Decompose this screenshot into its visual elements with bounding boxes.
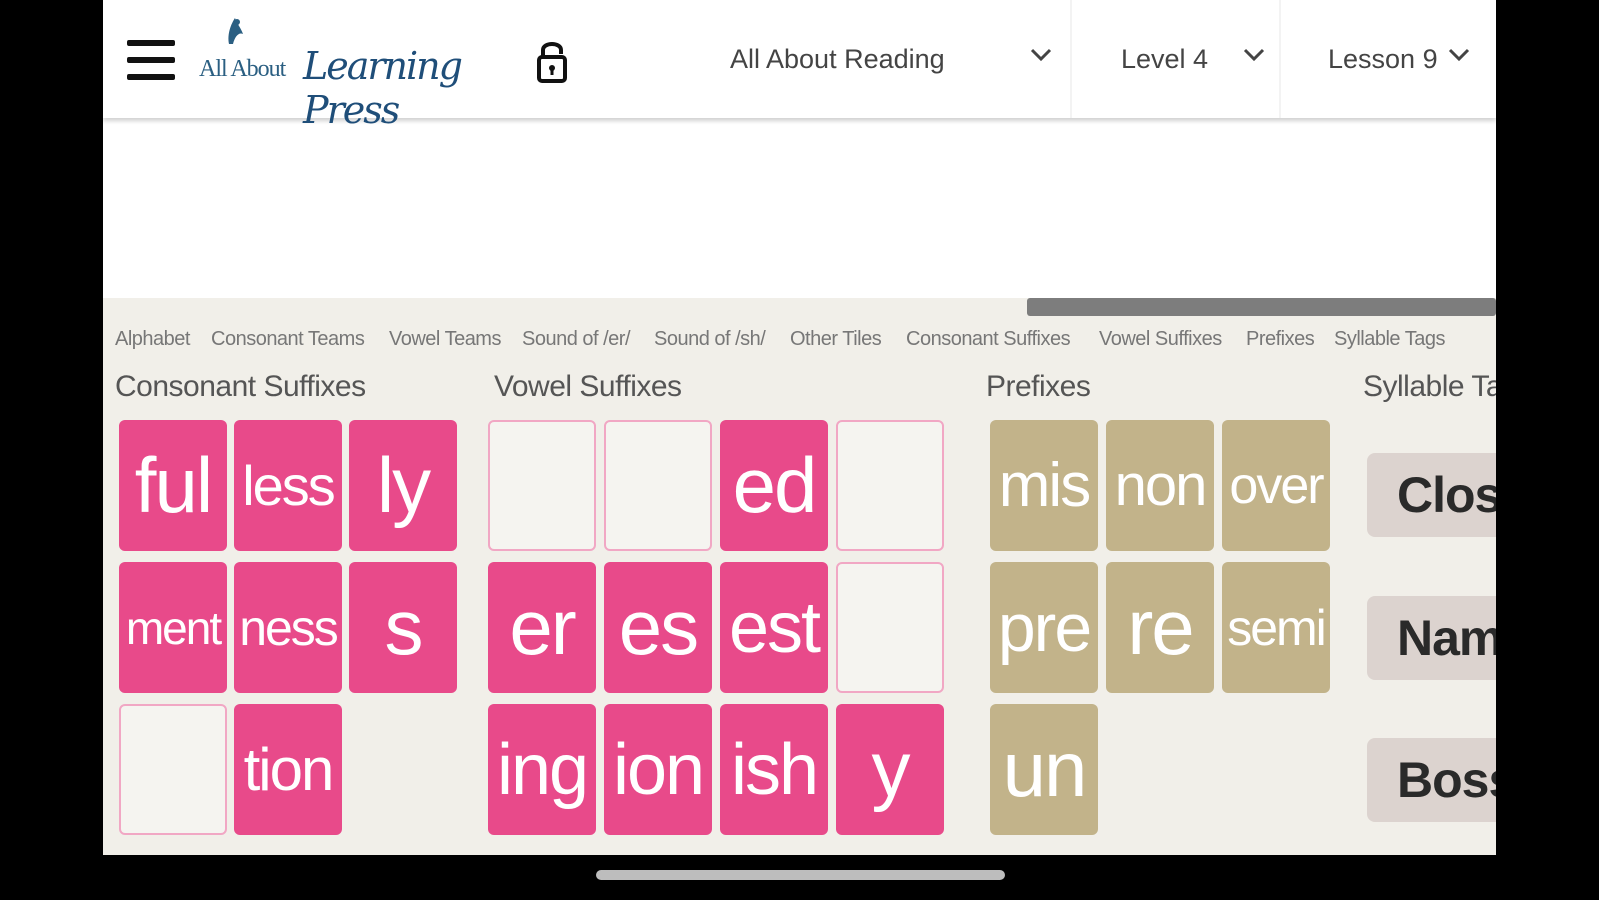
tile[interactable]: er — [488, 562, 596, 693]
tile[interactable]: ing — [488, 704, 596, 835]
tile[interactable]: semi — [1222, 562, 1330, 693]
tab-vowel-suffixes[interactable]: Vowel Suffixes — [1099, 328, 1222, 351]
section-title-prefixes: Prefixes — [986, 370, 1091, 403]
tab-alphabet[interactable]: Alphabet — [115, 328, 190, 351]
empty-tile-slot[interactable] — [604, 420, 712, 551]
tab-prefixes[interactable]: Prefixes — [1246, 328, 1315, 351]
syllable-tag[interactable]: Name — [1367, 596, 1496, 680]
tab-sound-of-sh[interactable]: Sound of /sh/ — [654, 328, 766, 351]
tile[interactable]: ion — [604, 704, 712, 835]
tile[interactable]: ment — [119, 562, 227, 693]
level-dropdown[interactable]: Level 4 — [1121, 34, 1265, 84]
empty-tile-slot[interactable] — [488, 420, 596, 551]
tile[interactable]: y — [836, 704, 944, 835]
tab-sound-of-er[interactable]: Sound of /er/ — [522, 328, 631, 351]
tile[interactable]: less — [234, 420, 342, 551]
level-dropdown-label: Level 4 — [1121, 43, 1209, 74]
lesson-dropdown[interactable]: Lesson 9 — [1328, 34, 1470, 84]
tab-other-tiles[interactable]: Other Tiles — [790, 328, 882, 351]
tile[interactable]: ful — [119, 420, 227, 551]
app-screen: All About Learning Press All About Readi… — [103, 0, 1496, 855]
tile[interactable]: re — [1106, 562, 1214, 693]
tile[interactable]: non — [1106, 420, 1214, 551]
tile[interactable]: un — [990, 704, 1098, 835]
tab-consonant-teams[interactable]: Consonant Teams — [211, 328, 365, 351]
divider — [1070, 0, 1072, 118]
program-dropdown-label: All About Reading — [730, 43, 945, 74]
workspace-area[interactable] — [103, 118, 1496, 298]
menu-icon[interactable] — [127, 40, 175, 82]
tab-syllable-tags[interactable]: Syllable Tags — [1334, 328, 1445, 351]
app-logo[interactable]: All About Learning Press — [199, 14, 519, 132]
logo-text-big: Learning Press — [303, 44, 463, 132]
horizontal-scrollbar[interactable] — [1027, 298, 1496, 316]
syllable-tag[interactable]: Boss — [1367, 738, 1496, 822]
tab-consonant-suffixes[interactable]: Consonant Suffixes — [906, 328, 1071, 351]
empty-tile-slot[interactable] — [836, 420, 944, 551]
tile[interactable]: es — [604, 562, 712, 693]
empty-tile-slot[interactable] — [836, 562, 944, 693]
divider — [1279, 0, 1281, 118]
tile[interactable]: pre — [990, 562, 1098, 693]
tile[interactable]: mis — [990, 420, 1098, 551]
tile[interactable]: s — [349, 562, 457, 693]
tile[interactable]: ness — [234, 562, 342, 693]
chevron-down-icon — [1448, 48, 1470, 62]
top-bar: All About Learning Press All About Readi… — [103, 0, 1496, 132]
tile[interactable]: ed — [720, 420, 828, 551]
bird-icon — [228, 18, 243, 44]
section-title-consonant-suffixes: Consonant Suffixes — [115, 370, 366, 403]
lock-icon[interactable] — [536, 38, 568, 84]
tile[interactable]: est — [720, 562, 828, 693]
tile[interactable]: over — [1222, 420, 1330, 551]
empty-tile-slot[interactable] — [119, 704, 227, 835]
chevron-down-icon — [1030, 48, 1052, 62]
chevron-down-icon — [1243, 48, 1265, 62]
section-title-vowel-suffixes: Vowel Suffixes — [494, 370, 682, 403]
tile[interactable]: tion — [234, 704, 342, 835]
home-indicator[interactable] — [596, 870, 1005, 880]
lesson-dropdown-label: Lesson 9 — [1328, 43, 1438, 74]
tab-vowel-teams[interactable]: Vowel Teams — [389, 328, 501, 351]
tile[interactable]: ly — [349, 420, 457, 551]
section-title-syllable-tags: Syllable Ta — [1363, 370, 1496, 403]
program-dropdown[interactable]: All About Reading — [730, 34, 1052, 84]
syllable-tag[interactable]: Clos — [1367, 453, 1496, 537]
logo-text-small: All About — [199, 56, 286, 82]
tile[interactable]: ish — [720, 704, 828, 835]
